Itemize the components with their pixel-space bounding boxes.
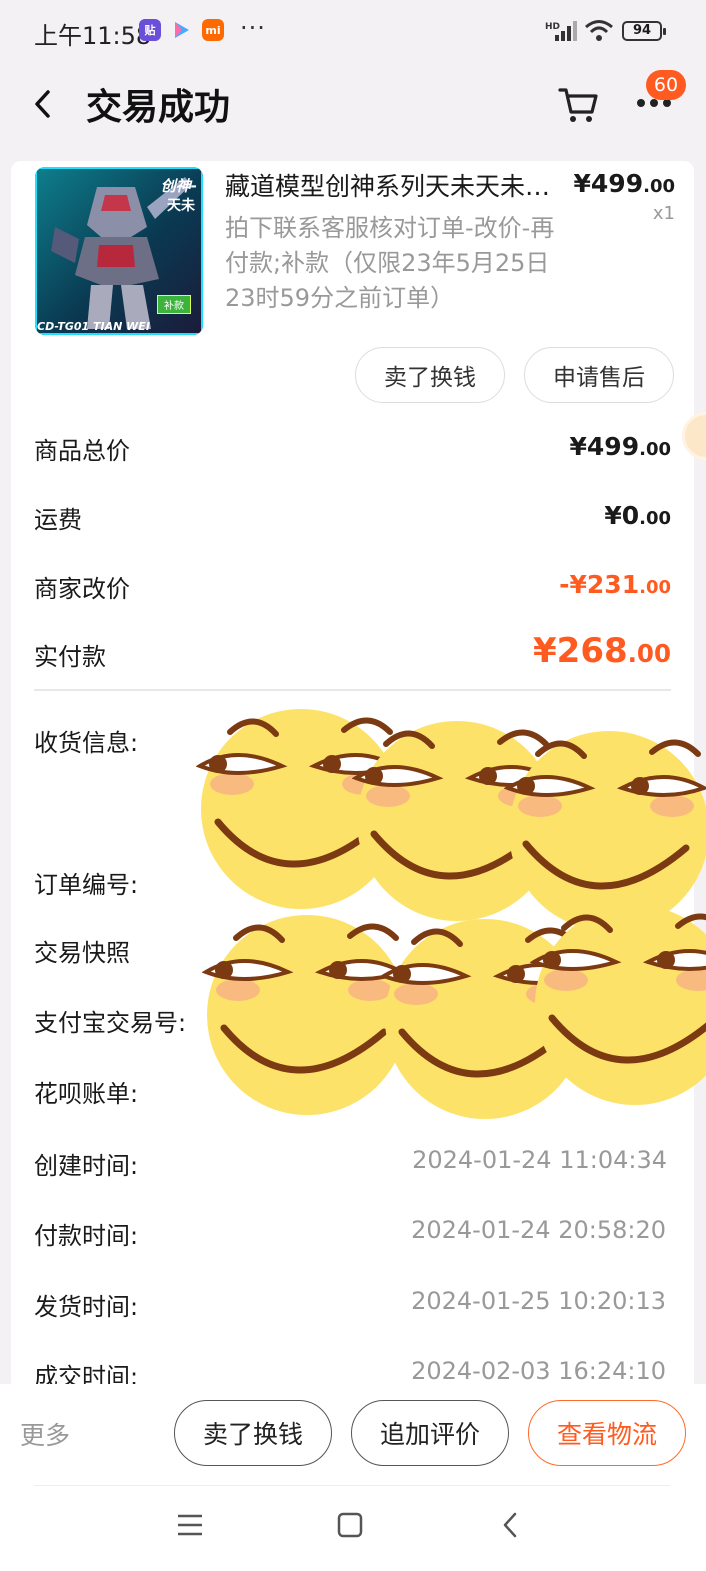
image-title-text: 创神- [160,177,197,195]
home-square-icon [337,1512,363,1538]
image-tag: 补款 [157,295,191,314]
battery-icon: 94 [622,21,666,41]
more-dot-icon [663,99,671,107]
alipay-trade-no-label: 支付宝交易号: [34,1009,187,1037]
video-app-icon [170,19,192,41]
product-price: ¥499.00 [573,169,675,198]
svg-text:HD: HD [545,22,560,32]
completed-time-value: 2024-02-03 16:24:10 [411,1357,666,1385]
bottom-action-bar: 更多 卖了换钱 追加评价 查看物流 [0,1384,706,1571]
paid-time-label: 付款时间: [34,1222,139,1250]
product-name[interactable]: 藏道模型创神系列天未天未… [225,167,569,203]
status-more-icon: ··· [240,14,266,42]
system-back-button[interactable] [490,1500,530,1550]
sell-for-money-button[interactable]: 卖了换钱 [174,1400,332,1466]
order-number-label: 订单编号: [34,871,139,899]
cart-icon [558,88,598,122]
more-dot-icon [637,99,645,107]
shipping-fee-value: ¥0.00 [604,501,671,530]
image-subtitle-text: 天未 [167,198,195,214]
paid-time-value: 2024-01-24 20:58:20 [411,1216,666,1244]
total-price-label: 商品总价 [34,437,130,465]
back-arrow-icon [35,90,50,118]
product-quantity: x1 [652,203,675,224]
top-nav: 交易成功 [0,64,706,144]
product-spec: 拍下联系客服核对订单-改价-再付款;补款（仅限23年5月25日23时59分之前订… [225,214,555,312]
paid-amount-value: ¥268.00 [533,631,671,671]
view-logistics-button[interactable]: 查看物流 [528,1400,686,1466]
page-title: 交易成功 [86,87,231,128]
more-dot-icon [650,99,658,107]
cart-button[interactable] [556,82,600,126]
image-caption: CD-TG01 TIAN WEI [37,320,150,333]
system-home-button[interactable] [330,1500,370,1550]
back-chevron-icon [503,1512,517,1538]
signal-icon: HD [545,21,577,41]
sell-item-button[interactable]: 卖了换钱 [355,347,505,403]
back-button[interactable] [28,84,58,124]
wifi-icon [585,20,613,41]
message-count-badge: 60 [646,70,686,100]
more-actions-link[interactable]: 更多 [20,1416,70,1452]
shipped-time-label: 发货时间: [34,1293,139,1321]
add-review-button[interactable]: 追加评价 [351,1400,509,1466]
status-time: 上午11:58 [34,22,152,50]
shipping-info-label: 收货信息: [34,729,139,757]
total-price-value: ¥499.00 [569,432,671,461]
smirk-emoji-icon [530,905,706,1105]
section-divider [34,689,671,691]
mi-app-icon: mi [202,19,224,41]
created-time-value: 2024-01-24 11:04:34 [412,1146,667,1174]
after-sale-button[interactable]: 申请售后 [524,347,674,403]
huabei-bill-label: 花呗账单: [34,1080,139,1108]
product-image[interactable]: 创神- 天未 补款 CD-TG01 TIAN WEI [35,167,203,335]
price-change-value: -¥231.00 [559,570,671,599]
status-bar: 上午11:58 贴 mi ··· HD 94 [0,0,706,64]
paid-amount-label: 实付款 [34,643,106,671]
menu-icon [178,1514,202,1536]
shipped-time-value: 2024-01-25 10:20:13 [411,1287,666,1315]
trade-snapshot-label[interactable]: 交易快照 [34,933,130,968]
tieba-app-icon: 贴 [139,19,161,41]
shipping-fee-label: 运费 [34,506,82,534]
nav-divider [34,1485,670,1486]
created-time-label: 创建时间: [34,1152,139,1180]
system-menu-button[interactable] [170,1500,210,1550]
price-change-label: 商家改价 [34,575,130,603]
